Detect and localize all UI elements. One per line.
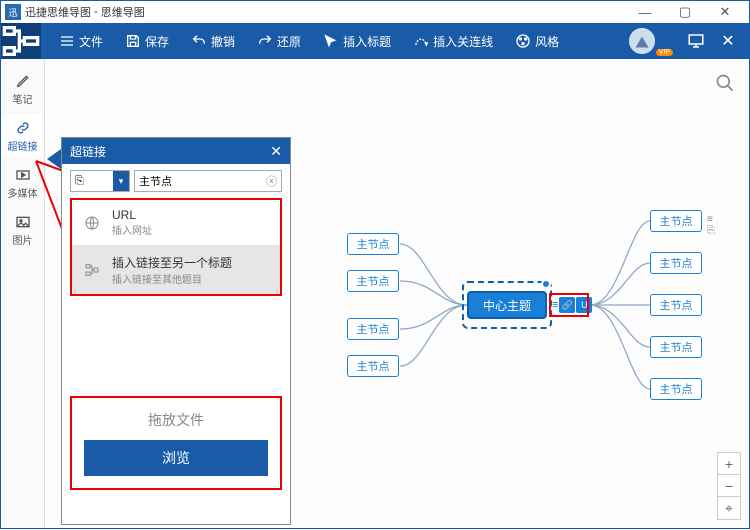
- link-type-select[interactable]: ⎘ ▾: [70, 170, 130, 192]
- clear-icon[interactable]: ⓧ: [266, 173, 277, 189]
- link-target-value: 主节点: [139, 173, 172, 189]
- panel-close-button[interactable]: ✕: [270, 143, 282, 160]
- option-label: 插入链接至另一个标题: [112, 254, 232, 271]
- browse-button[interactable]: 浏览: [84, 440, 268, 476]
- drop-label: 拖放文件: [84, 410, 268, 430]
- option-url[interactable]: URL 插入网址: [72, 200, 280, 246]
- option-label: URL: [112, 208, 152, 222]
- link-type-icon: ⎘: [75, 175, 84, 188]
- option-sublabel: 插入链接至其他题目: [112, 271, 232, 286]
- hyperlink-panel: 超链接 ✕ ⎘ ▾ 主节点 ⓧ URL 插入网址: [61, 137, 291, 525]
- link-options-list: URL 插入网址 插入链接至另一个标题 插入链接至其他题目: [70, 198, 282, 296]
- dropdown-icon: ▾: [113, 171, 129, 191]
- topic-icon: [82, 254, 102, 286]
- panel-header: 超链接 ✕: [62, 138, 290, 164]
- globe-icon: [82, 208, 102, 237]
- option-sublabel: 插入网址: [112, 222, 152, 237]
- file-drop-area[interactable]: 拖放文件 浏览: [70, 396, 282, 490]
- option-topic-link[interactable]: 插入链接至另一个标题 插入链接至其他题目: [72, 246, 280, 294]
- panel-title: 超链接: [70, 143, 106, 160]
- panel-pointer: [47, 149, 61, 169]
- link-target-input[interactable]: 主节点 ⓧ: [134, 170, 282, 192]
